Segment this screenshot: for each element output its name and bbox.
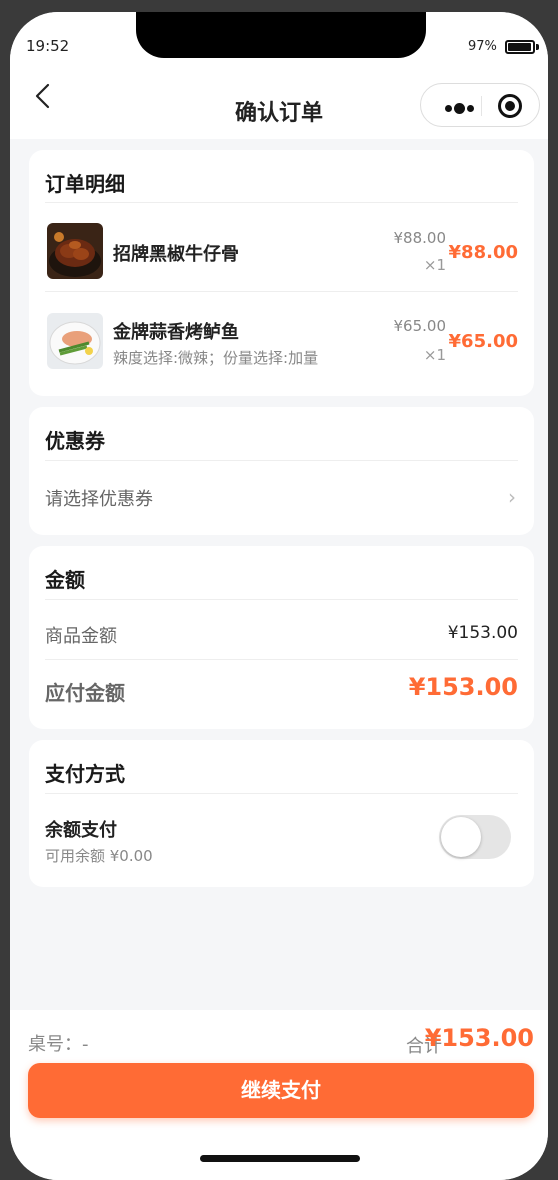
order-details-card: 订单明细 招牌黑椒牛仔骨 ¥88.00 ×1 ¥88.00 金牌蒜香烤鲈鱼 辣度… — [29, 150, 534, 396]
home-indicator — [200, 1155, 360, 1162]
goods-amount-value: ¥153.00 — [447, 623, 518, 643]
target-icon — [505, 101, 515, 111]
chevron-right-icon: › — [508, 485, 516, 509]
item-unit-price: ¥65.00 — [393, 317, 447, 335]
item-subtotal: ¥65.00 — [448, 331, 518, 352]
battery-level — [508, 43, 531, 51]
capsule-divider — [481, 96, 482, 116]
battery-tip — [536, 44, 539, 50]
goods-amount-label: 商品金额 — [45, 626, 117, 647]
divider — [45, 599, 518, 600]
beef-ribs-photo — [47, 223, 103, 279]
toggle-knob — [441, 817, 481, 857]
divider — [45, 202, 518, 203]
item-unit-price: ¥88.00 — [393, 229, 447, 247]
coupon-heading: 优惠券 — [45, 429, 105, 453]
item-name: 金牌蒜香烤鲈鱼 — [113, 322, 239, 343]
divider — [45, 460, 518, 461]
coupon-placeholder: 请选择优惠券 — [45, 489, 153, 510]
battery-icon — [505, 40, 535, 54]
item-name: 招牌黑椒牛仔骨 — [113, 244, 239, 265]
payable-amount-value: ¥153.00 — [408, 673, 518, 701]
divider — [45, 793, 518, 794]
total-value: ¥153.00 — [424, 1024, 534, 1052]
battery-percent: 97% — [468, 39, 497, 54]
divider — [45, 291, 518, 292]
mini-program-capsule — [420, 83, 540, 127]
close-target-button[interactable] — [498, 94, 522, 118]
more-dots-icon-center — [454, 103, 465, 114]
item-quantity: ×1 — [423, 346, 446, 364]
balance-available: 可用余额 ¥0.00 — [45, 847, 153, 865]
more-dots-icon-right — [467, 105, 474, 112]
status-time: 19:52 — [26, 37, 70, 55]
payment-method-card: 支付方式 余额支付 可用余额 ¥0.00 — [29, 740, 534, 887]
coupon-card: 优惠券 请选择优惠券 › — [29, 407, 534, 535]
payable-amount-label: 应付金额 — [45, 681, 125, 705]
item-quantity: ×1 — [423, 256, 446, 274]
amount-card: 金额 商品金额 ¥153.00 应付金额 ¥153.00 — [29, 546, 534, 729]
payment-method-heading: 支付方式 — [45, 762, 125, 786]
item-subtotal: ¥88.00 — [448, 242, 518, 263]
continue-pay-button[interactable]: 继续支付 — [28, 1063, 534, 1118]
grilled-fish-photo — [47, 313, 103, 369]
more-dots-icon — [445, 105, 452, 112]
phone-screen: 19:52 97% 确认订单 订单明细 招牌黑椒牛仔骨 ¥88.00 ×1 ¥8… — [10, 12, 548, 1180]
balance-pay-label: 余额支付 — [45, 820, 117, 841]
divider — [45, 659, 518, 660]
table-number: 桌号：- — [28, 1034, 89, 1055]
balance-pay-toggle[interactable] — [439, 815, 511, 859]
notch — [136, 12, 426, 58]
checkout-bar: 桌号：- 合计 ¥153.00 继续支付 — [10, 1010, 548, 1180]
order-details-heading: 订单明细 — [45, 172, 125, 196]
amount-heading: 金额 — [45, 568, 85, 592]
item-spec: 辣度选择:微辣；份量选择:加量 — [113, 349, 319, 367]
